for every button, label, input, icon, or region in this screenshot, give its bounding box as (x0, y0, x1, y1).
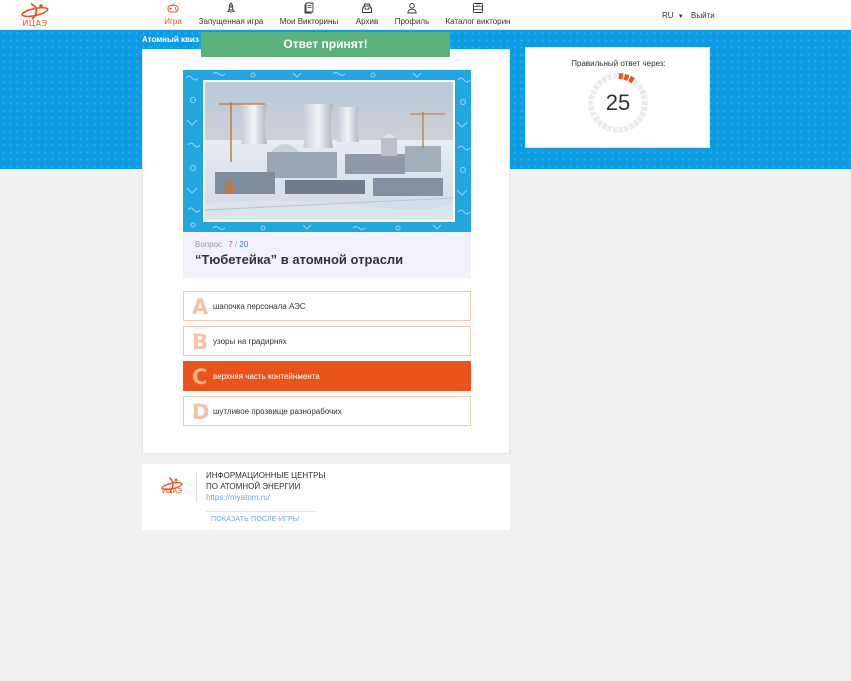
question-counter: Вопрос 7 / 20 (195, 240, 248, 249)
question-image (183, 70, 471, 232)
question-card: Вопрос 7 / 20 “Тюбетейка” в атомной отра… (142, 49, 510, 454)
caret-down-icon: ▼ (677, 14, 684, 20)
nav-item-quiz-catalog[interactable]: Каталог викторин (445, 2, 511, 29)
logout-link[interactable]: Выйти (691, 11, 715, 20)
user-icon (407, 3, 417, 14)
nuclear-plant-photo (203, 80, 455, 222)
timer-card: Правильный ответ через: 25 (525, 47, 710, 148)
partner-link[interactable]: https://myatom.ru/ (206, 493, 270, 502)
rocket-icon (227, 2, 235, 13)
answer-text: шапочка персонала АЭС (213, 302, 306, 311)
answer-text: верхняя часть контейнмента (213, 372, 320, 381)
question-separator: / (234, 240, 238, 249)
nav-item-archive[interactable]: Архив (355, 2, 379, 29)
nav-item-running-game[interactable]: Запущенная игра (198, 2, 264, 29)
answer-letter: D (192, 400, 210, 424)
answer-letter: C (192, 365, 208, 389)
partner-name-line2: ПО АТОМНОЙ ЭНЕРГИИ (206, 482, 301, 491)
gamepad-icon (167, 3, 179, 13)
answer-letter: A (192, 295, 209, 319)
nav-label: Архив (355, 17, 379, 26)
answer-text: шутливое прозвище разнорабочих (213, 407, 342, 416)
language-selector[interactable]: RU ▼ (662, 11, 684, 20)
show-after-game-button[interactable]: ПОКАЗАТЬ ПОСЛЕ ИГРЫ (211, 516, 299, 523)
documents-icon (304, 2, 314, 14)
nav-label: Каталог викторин (445, 17, 511, 26)
countdown-value: 25 (605, 90, 631, 115)
partner-card: ИЦАЭ ИНФОРМАЦИОННЫЕ ЦЕНТРЫ ПО АТОМНОЙ ЭН… (142, 464, 510, 530)
atom-logo-icon (21, 3, 49, 20)
answer-letter: B (192, 330, 209, 354)
timer-title: Правильный ответ через: (571, 59, 666, 68)
nuclear-plant-illustration (205, 82, 453, 220)
question-current: 7 (228, 240, 233, 249)
nav-item-my-quizzes[interactable]: Мои Викторины (279, 2, 339, 29)
nav-label: Профиль (394, 17, 430, 26)
divider (206, 511, 316, 512)
question-title: “Тюбетейка” в атомной отрасли (195, 252, 404, 267)
language-code: RU (662, 11, 674, 20)
archive-icon (362, 3, 372, 13)
answer-option-a[interactable]: A шапочка персонала АЭС (183, 291, 471, 321)
answer-option-d[interactable]: D шутливое прозвище разнорабочих (183, 396, 471, 426)
brand-logo[interactable]: ИЦАЭ (18, 2, 52, 28)
nav-label: Мои Викторины (279, 17, 339, 26)
partner-name-line1: ИНФОРМАЦИОННЫЕ ЦЕНТРЫ (206, 471, 326, 480)
question-label: Вопрос (195, 240, 223, 249)
logo-text: ИЦАЭ (22, 19, 48, 28)
nav-item-profile[interactable]: Профиль (394, 2, 430, 29)
nav-label: Игра (164, 17, 182, 26)
quiz-name: Атомный квиз (142, 35, 199, 44)
nav-item-game[interactable]: Игра (162, 2, 184, 29)
answer-text: узоры на градирнях (213, 337, 287, 346)
answer-option-c[interactable]: C верхняя часть контейнмента (183, 361, 471, 391)
question-box: Вопрос 7 / 20 “Тюбетейка” в атомной отра… (183, 232, 471, 278)
nav-label: Запущенная игра (198, 17, 264, 26)
catalog-icon (473, 3, 483, 13)
divider (196, 472, 197, 502)
top-navbar: ИЦАЭ Игра Запущенная игра Мои Викторины … (0, 0, 851, 30)
footer-logo-text: ИЦАЭ (161, 487, 183, 495)
answer-accepted-toast: Ответ принят! (201, 32, 450, 57)
answer-option-b[interactable]: B узоры на градирнях (183, 326, 471, 356)
question-total: 20 (239, 240, 249, 249)
